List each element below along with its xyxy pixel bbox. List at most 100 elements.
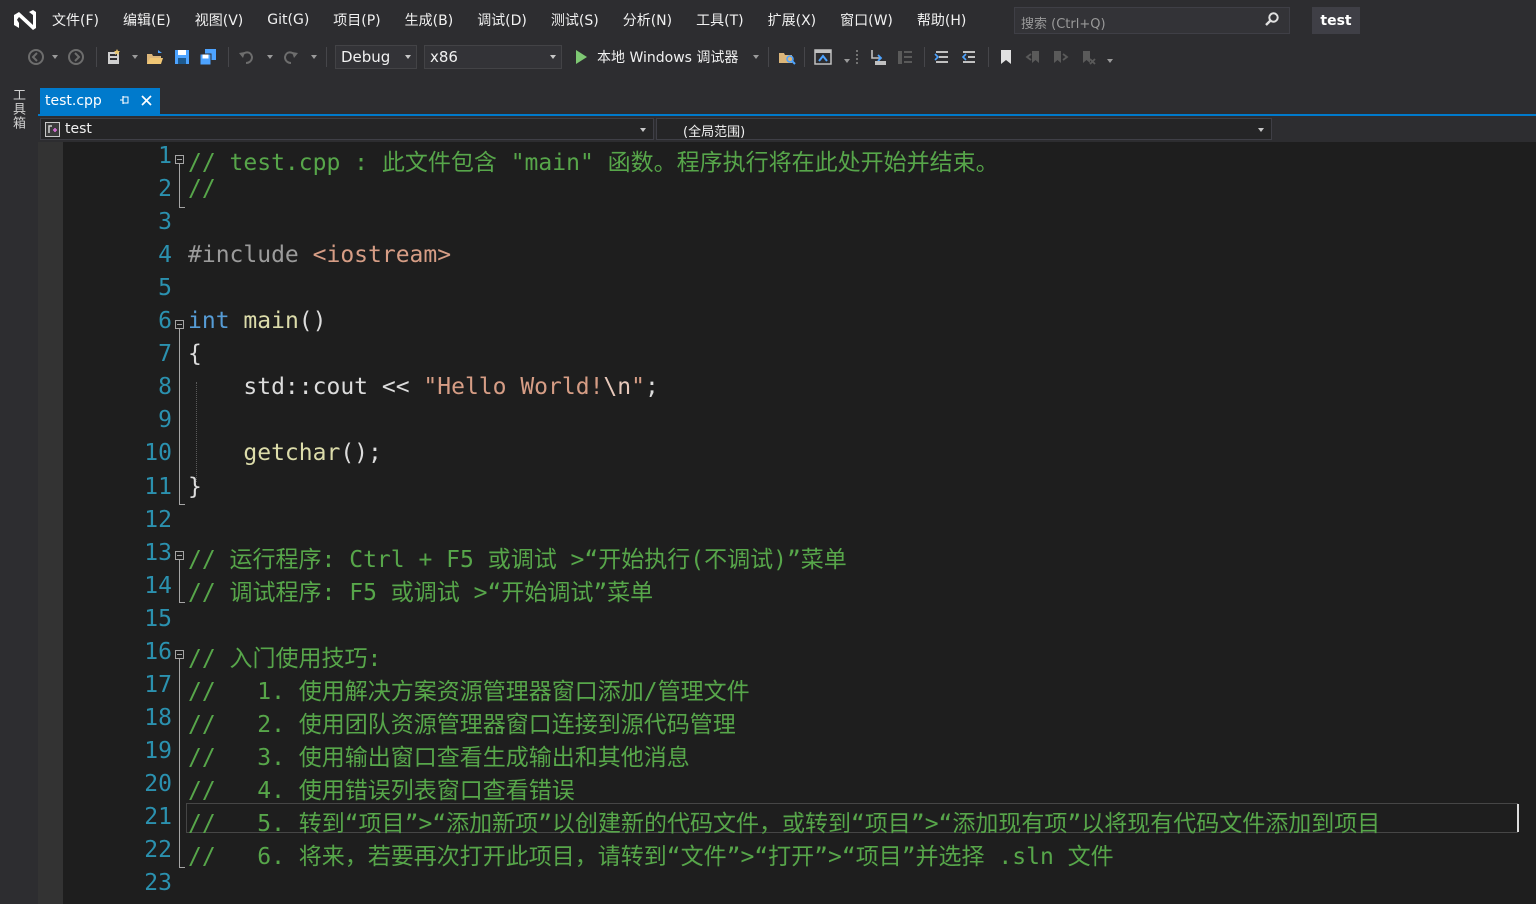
toolbar-options-dropdown-icon[interactable]	[844, 59, 850, 63]
start-debugging-button[interactable]: 本地 Windows 调试器	[572, 45, 738, 69]
menu-item[interactable]: 测试(S)	[539, 10, 611, 30]
project-name: test	[65, 121, 92, 137]
code-line[interactable]: 15	[38, 605, 1536, 638]
code-token: int	[188, 308, 230, 335]
code-line[interactable]: 23	[38, 869, 1536, 902]
line-number: 2	[158, 176, 172, 203]
code-line[interactable]: 12	[38, 506, 1536, 539]
menu-item[interactable]: Git(G)	[255, 12, 321, 28]
toolbar-grip-icon[interactable]	[854, 48, 860, 66]
code-line[interactable]: 10 getchar();	[38, 439, 1536, 472]
menu-item[interactable]: 窗口(W)	[828, 10, 905, 30]
menu-item[interactable]: 视图(V)	[183, 10, 256, 30]
code-token: // 2. 使用团队资源管理器窗口连接到源代码管理	[188, 711, 736, 738]
solution-name-badge[interactable]: test	[1312, 7, 1360, 34]
code-line[interactable]: 20 // 4. 使用错误列表窗口查看错误	[38, 770, 1536, 804]
code-line[interactable]: 2 //	[38, 175, 1536, 208]
code-text: #include <iostream>	[188, 242, 451, 268]
redo-dropdown-icon[interactable]	[311, 55, 317, 59]
undo-icon[interactable]	[237, 48, 255, 66]
line-number: 14	[144, 572, 172, 599]
code-line[interactable]: 8 std::cout << "Hello World!\n";	[38, 373, 1536, 406]
new-project-icon[interactable]	[105, 48, 123, 66]
toolbar-overflow-dropdown-icon[interactable]	[1107, 59, 1113, 63]
code-token: // 入门使用技巧:	[188, 645, 382, 672]
project-scope-select[interactable]: test	[40, 118, 654, 140]
code-line[interactable]: 18 // 2. 使用团队资源管理器窗口连接到源代码管理	[38, 704, 1536, 738]
new-item-dropdown-icon[interactable]	[132, 55, 138, 59]
menu-item[interactable]: 帮助(H)	[905, 10, 978, 30]
visual-studio-logo-icon[interactable]	[10, 6, 38, 34]
menu-item[interactable]: 分析(N)	[611, 10, 684, 30]
navigation-bar: test (全局范围)	[38, 116, 1536, 142]
menu-item[interactable]: 调试(D)	[465, 10, 539, 30]
search-icon[interactable]	[1263, 11, 1281, 29]
code-line[interactable]: 17 // 1. 使用解决方案资源管理器窗口添加/管理文件	[38, 671, 1536, 706]
uncomment-lines-icon[interactable]	[960, 48, 978, 66]
close-icon[interactable]	[140, 94, 153, 107]
platform-select[interactable]: x86	[424, 45, 562, 69]
line-number: 10	[144, 440, 172, 467]
search-box[interactable]: 搜索 (Ctrl+Q)	[1014, 7, 1290, 34]
code-token: ;	[644, 374, 659, 401]
save-all-icon[interactable]	[199, 48, 217, 66]
code-line[interactable]: 1 // test.cpp : 此文件包含 "main" 函数。程序执行将在此处开…	[38, 142, 1536, 176]
menu-item[interactable]: 项目(P)	[321, 10, 392, 30]
line-number: 9	[158, 407, 172, 434]
configuration-select[interactable]: Debug	[335, 45, 417, 69]
code-line[interactable]: 14 // 调试程序: F5 或调试 >“开始调试”菜单	[38, 572, 1536, 606]
menu-item[interactable]: 工具(T)	[684, 10, 755, 30]
code-line[interactable]: 5	[38, 274, 1536, 307]
code-line[interactable]: 3	[38, 208, 1536, 241]
browser-link-icon[interactable]	[814, 48, 832, 66]
line-number: 18	[144, 704, 172, 731]
menu-item[interactable]: 文件(F)	[40, 10, 111, 30]
undo-dropdown-icon[interactable]	[267, 55, 273, 59]
code-line[interactable]: 4 #include <iostream>	[38, 241, 1536, 274]
step-over-icon[interactable]	[896, 48, 914, 66]
pin-icon[interactable]	[118, 95, 130, 107]
line-number: 20	[144, 770, 172, 797]
navigate-back-icon[interactable]	[27, 48, 45, 66]
debug-target-dropdown-icon[interactable]	[753, 55, 759, 59]
code-line[interactable]: 9	[38, 406, 1536, 439]
code-line[interactable]: 6 int main()	[38, 307, 1536, 340]
toolbox-tab[interactable]: 工具箱	[8, 88, 30, 132]
save-icon[interactable]	[173, 48, 191, 66]
toolbar-separator	[96, 47, 97, 67]
code-token: "	[631, 374, 645, 401]
code-token: getchar	[243, 440, 341, 467]
code-line[interactable]: 11}	[38, 473, 1536, 506]
tab-test-cpp[interactable]: test.cpp	[40, 88, 160, 114]
open-file-icon[interactable]	[146, 48, 164, 66]
menu-item[interactable]: 扩展(X)	[756, 10, 829, 30]
code-editor[interactable]: 1 // test.cpp : 此文件包含 "main" 函数。程序执行将在此处开…	[38, 142, 1536, 904]
redo-icon[interactable]	[282, 48, 300, 66]
previous-bookmark-icon[interactable]	[1025, 48, 1043, 66]
menu-item[interactable]: 生成(B)	[393, 10, 466, 30]
navigate-back-dropdown-icon[interactable]	[52, 55, 58, 59]
comment-out-lines-icon[interactable]	[933, 48, 951, 66]
line-number: 12	[144, 506, 172, 533]
code-token: {	[188, 341, 202, 368]
code-line[interactable]: 19 // 3. 使用输出窗口查看生成输出和其他消息	[38, 737, 1536, 771]
code-text: //	[188, 176, 216, 202]
clear-bookmarks-icon[interactable]	[1078, 48, 1096, 66]
bookmark-icon[interactable]	[997, 48, 1015, 66]
code-line[interactable]: 13 // 运行程序: Ctrl + F5 或调试 >“开始执行(不调试)”菜单	[38, 539, 1536, 573]
code-token: <iostream>	[312, 242, 452, 269]
step-into-icon[interactable]	[869, 48, 887, 66]
code-line[interactable]: 7{	[38, 340, 1536, 373]
code-token: // 3. 使用输出窗口查看生成输出和其他消息	[188, 744, 690, 771]
code-token: std::cout <<	[188, 374, 424, 401]
next-bookmark-icon[interactable]	[1051, 48, 1069, 66]
find-in-files-icon[interactable]	[778, 48, 796, 66]
navigate-forward-icon[interactable]	[67, 48, 85, 66]
code-line[interactable]: 16 // 入门使用技巧:	[38, 638, 1536, 672]
code-text: // 1. 使用解决方案资源管理器窗口添加/管理文件	[188, 672, 750, 706]
code-line[interactable]: 22 // 6. 将来，若要再次打开此项目，请转到“文件”>“打开”>“项目”并选…	[38, 836, 1536, 870]
menu-item[interactable]: 编辑(E)	[111, 10, 183, 30]
global-scope-select[interactable]: (全局范围)	[656, 118, 1272, 140]
code-line[interactable]: 21 // 5. 转到“项目”>“添加新项”以创建新的代码文件，或转到“项目”>“…	[38, 803, 1536, 837]
scope-value: (全局范围)	[683, 125, 746, 140]
